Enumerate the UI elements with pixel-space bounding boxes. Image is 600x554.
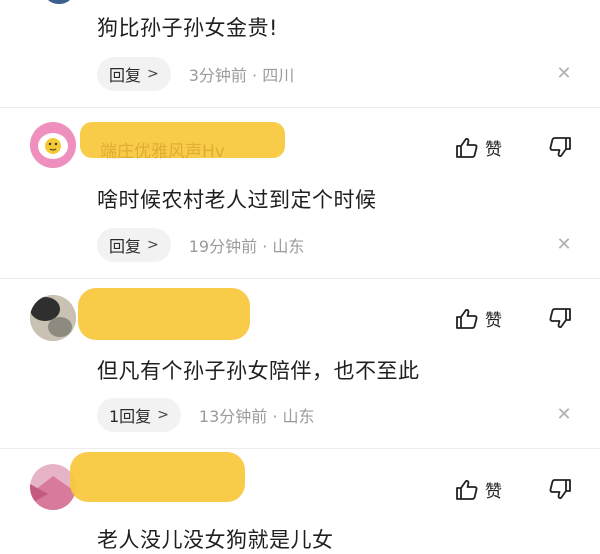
reply-label: 1回复: [109, 407, 152, 426]
thumbs-up-icon: [456, 137, 478, 158]
close-icon[interactable]: ✕: [556, 406, 572, 424]
like-label: 赞: [485, 311, 502, 331]
comment-meta: 回复 > 19分钟前 · 山东: [97, 228, 304, 262]
thumbs-up-icon: [456, 308, 478, 329]
reply-button[interactable]: 回复 >: [97, 228, 171, 262]
dislike-button[interactable]: [548, 478, 572, 504]
chevron-right-icon: >: [147, 237, 159, 253]
thumbs-down-icon: [549, 137, 571, 157]
thumbs-down-icon: [549, 479, 571, 499]
egg-avatar-icon: [30, 122, 76, 168]
comment-time-location: 3分钟前 · 四川: [188, 66, 295, 85]
avatar[interactable]: [30, 122, 76, 168]
like-button[interactable]: 赞: [455, 135, 502, 160]
like-button[interactable]: 赞: [455, 306, 502, 331]
reply-button[interactable]: 回复 >: [97, 57, 171, 91]
comment-text: 老人没儿没女狗就是儿女: [97, 528, 334, 552]
dislike-button[interactable]: [548, 136, 572, 162]
thumbs-down-icon: [549, 308, 571, 328]
like-label: 赞: [485, 140, 502, 160]
reply-button[interactable]: 1回复 >: [97, 398, 181, 432]
avatar-partial[interactable]: [46, 0, 72, 4]
dislike-button[interactable]: [548, 307, 572, 333]
divider: [0, 107, 600, 108]
comment-time-location: 19分钟前 · 山东: [188, 237, 305, 256]
chevron-right-icon: >: [157, 407, 169, 423]
divider: [0, 448, 600, 449]
reply-label: 回复: [109, 66, 142, 85]
thumbs-up-icon: [456, 479, 478, 500]
divider: [0, 278, 600, 279]
photo-avatar-icon: [30, 295, 76, 341]
close-icon[interactable]: ✕: [556, 65, 572, 83]
like-button[interactable]: 赞: [455, 477, 502, 502]
username-redaction: [78, 288, 250, 340]
comment-text: 狗比孙子孙女金贵!: [97, 16, 278, 40]
comment-text: 但凡有个孙子孙女陪伴，也不至此: [97, 359, 420, 383]
avatar[interactable]: [30, 295, 76, 341]
chevron-right-icon: >: [147, 66, 159, 82]
comment-text: 啥时候农村老人过到定个时候: [97, 188, 377, 212]
reply-label: 回复: [109, 237, 142, 256]
close-icon[interactable]: ✕: [556, 236, 572, 254]
comment-meta: 1回复 > 13分钟前 · 山东: [97, 398, 315, 432]
like-label: 赞: [485, 482, 502, 502]
username-redaction: [70, 452, 245, 502]
username[interactable]: 端庄优雅风声Hv: [100, 137, 225, 162]
comment-meta: 回复 > 3分钟前 · 四川: [97, 57, 294, 91]
comment-time-location: 13分钟前 · 山东: [198, 407, 315, 426]
